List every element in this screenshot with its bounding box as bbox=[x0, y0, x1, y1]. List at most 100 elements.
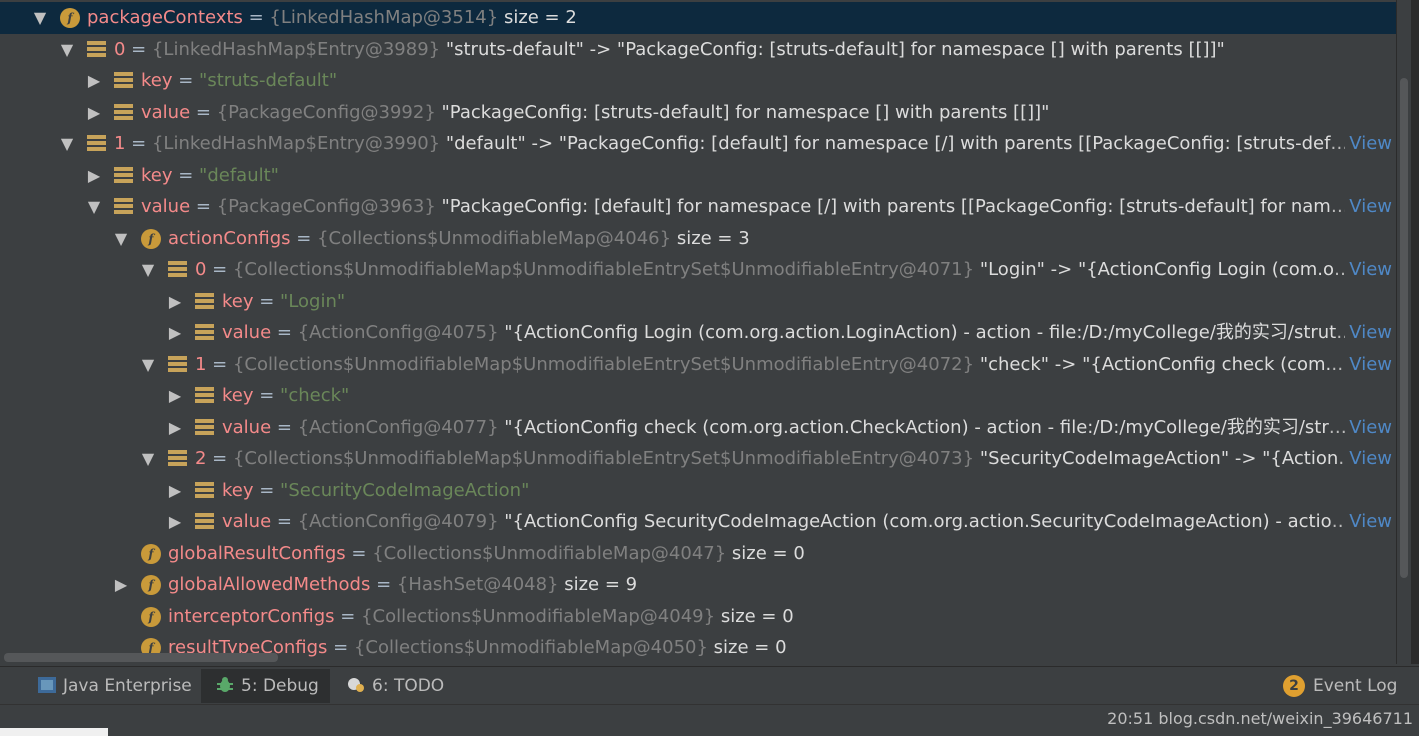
expand-arrow-icon[interactable]: ▶ bbox=[85, 97, 103, 129]
tree-row[interactable]: ▼ 0 = {Collections$UnmodifiableMap$Unmodi… bbox=[0, 254, 1396, 286]
collapse-arrow-icon[interactable]: ▼ bbox=[112, 223, 130, 255]
tree-row-text: globalResultConfigs = {Collections$Unmod… bbox=[168, 538, 1358, 570]
collapse-arrow-icon[interactable]: ▼ bbox=[85, 191, 103, 223]
tree-row-text: interceptorConfigs = {Collections$Unmodi… bbox=[168, 601, 1358, 633]
collapse-arrow-icon[interactable]: ▼ bbox=[139, 349, 157, 381]
collapse-arrow-icon[interactable]: ▼ bbox=[58, 34, 76, 66]
expand-arrow-icon[interactable]: ▶ bbox=[166, 380, 184, 412]
tree-row[interactable]: ▶ key = "SecurityCodeImageAction" bbox=[0, 475, 1396, 507]
debug-bug-icon bbox=[215, 672, 235, 692]
object-reference: {ActionConfig@4075} bbox=[297, 322, 499, 343]
status-bar: 20:51 blog.csdn.net/weixin_39646711 bbox=[0, 704, 1419, 736]
equals-sign: = bbox=[370, 574, 397, 595]
tree-row[interactable]: ▼ value = {PackageConfig@3963} "PackageCo… bbox=[0, 191, 1396, 223]
value-text: size = 0 bbox=[720, 605, 794, 627]
tree-row[interactable]: ▶ value = {ActionConfig@4077} "{ActionCon… bbox=[0, 411, 1396, 444]
tree-row[interactable]: ▶ value = {ActionConfig@4079} "{ActionCon… bbox=[0, 506, 1396, 538]
entry-icon bbox=[168, 450, 187, 468]
variable-name: key bbox=[141, 70, 173, 91]
tree-row[interactable]: ▼ 1 = {LinkedHashMap$Entry@3990} "default… bbox=[0, 128, 1396, 160]
entry-icon bbox=[195, 481, 214, 500]
tree-row[interactable]: ▶ value = {ActionConfig@4075} "{ActionCon… bbox=[0, 317, 1396, 349]
tree-row[interactable]: ▼ 0 = {LinkedHashMap$Entry@3989} "struts-… bbox=[0, 34, 1396, 66]
equals-sign: = bbox=[253, 290, 281, 312]
collapse-arrow-icon[interactable]: ▼ bbox=[139, 254, 157, 286]
tab-label: 6: TODO bbox=[372, 676, 445, 696]
equals-sign: = bbox=[125, 133, 152, 154]
value-text: "check" -> "{ActionConfig check (com.org… bbox=[979, 353, 1358, 375]
view-link[interactable]: View bbox=[1345, 411, 1392, 443]
expand-arrow-icon[interactable]: ▶ bbox=[85, 65, 103, 97]
variable-name: key bbox=[222, 385, 254, 406]
horizontal-scrollbar-thumb[interactable] bbox=[4, 653, 278, 662]
string-value: "check" bbox=[280, 385, 350, 406]
collapse-arrow-icon[interactable]: ▼ bbox=[139, 443, 157, 475]
collapse-arrow-icon[interactable]: ▼ bbox=[31, 2, 49, 34]
equals-sign: = bbox=[327, 637, 354, 658]
tree-row-text: 0 = {LinkedHashMap$Entry@3989} "struts-d… bbox=[114, 34, 1358, 66]
view-link[interactable]: View bbox=[1345, 348, 1392, 380]
entry-icon bbox=[114, 166, 133, 185]
expand-arrow-icon[interactable]: ▶ bbox=[85, 160, 103, 192]
tab-java-enterprise[interactable]: Java Enterprise bbox=[34, 669, 194, 703]
value-text: "{ActionConfig check (com.org.action.Che… bbox=[504, 416, 1358, 438]
entry-icon bbox=[195, 324, 214, 342]
value-text: "PackageConfig: [default] for namespace … bbox=[441, 196, 1358, 217]
view-link[interactable]: View bbox=[1345, 443, 1392, 475]
value-text: "Login" -> "{ActionConfig Login (com.org… bbox=[979, 259, 1358, 280]
expand-arrow-icon[interactable]: ▶ bbox=[166, 317, 184, 349]
view-link[interactable]: View bbox=[1345, 317, 1392, 349]
tree-row[interactable]: f globalResultConfigs = {Collections$Unmo… bbox=[0, 538, 1396, 570]
view-link[interactable]: View bbox=[1345, 506, 1392, 538]
variable-name: value bbox=[222, 416, 272, 438]
expand-arrow-icon[interactable]: ▶ bbox=[166, 475, 184, 507]
equals-sign: = bbox=[242, 7, 270, 28]
entry-icon bbox=[195, 292, 214, 311]
tab-label: Java Enterprise bbox=[63, 676, 192, 696]
view-link[interactable]: View bbox=[1345, 128, 1392, 160]
tree-row[interactable]: ▼ f actionConfigs = {Collections$Unmodifia… bbox=[0, 223, 1396, 255]
view-link[interactable]: View bbox=[1345, 191, 1392, 223]
tab-debug[interactable]: 5: Debug bbox=[201, 669, 330, 703]
value-text: "PackageConfig: [struts-default] for nam… bbox=[441, 101, 1050, 123]
entry-icon bbox=[87, 40, 106, 59]
tree-row[interactable]: ▶ f globalAllowedMethods = {HashSet@4048} … bbox=[0, 569, 1396, 601]
tree-row[interactable]: ▼ f packageContexts = {LinkedHashMap@3514}… bbox=[0, 2, 1396, 34]
expand-arrow-icon[interactable]: ▶ bbox=[166, 412, 184, 444]
expand-arrow-icon[interactable]: ▶ bbox=[112, 569, 130, 601]
event-log-button[interactable]: 2 Event Log bbox=[1283, 669, 1413, 703]
tree-row[interactable]: ▶ key = "struts-default" bbox=[0, 65, 1396, 97]
tree-row[interactable]: ▶ key = "check" bbox=[0, 380, 1396, 412]
expand-arrow-icon[interactable]: ▶ bbox=[166, 286, 184, 318]
equals-sign: = bbox=[190, 101, 217, 123]
expand-arrow-icon[interactable]: ▶ bbox=[166, 506, 184, 538]
event-log-label: Event Log bbox=[1313, 676, 1398, 696]
view-link[interactable]: View bbox=[1345, 254, 1392, 286]
tree-row[interactable]: f interceptorConfigs = {Collections$Unmod… bbox=[0, 601, 1396, 633]
vertical-scrollbar-thumb[interactable] bbox=[1400, 78, 1408, 578]
tree-row[interactable]: ▶ key = "Login" bbox=[0, 286, 1396, 318]
right-gutter bbox=[1411, 0, 1419, 664]
variable-name: globalResultConfigs bbox=[168, 542, 346, 564]
entry-icon bbox=[114, 198, 133, 216]
tree-row[interactable]: ▼ 2 = {Collections$UnmodifiableMap$Unmodi… bbox=[0, 443, 1396, 475]
tree-row[interactable]: ▶ value = {PackageConfig@3992} "PackageCo… bbox=[0, 97, 1396, 129]
tree-row-text: 1 = {Collections$UnmodifiableMap$Unmodif… bbox=[195, 349, 1358, 381]
field-icon: f bbox=[141, 543, 161, 564]
tree-row[interactable]: ▼ 1 = {Collections$UnmodifiableMap$Unmodi… bbox=[0, 348, 1396, 381]
tree-row[interactable]: ▶ key = "default" bbox=[0, 160, 1396, 192]
event-log-badge: 2 bbox=[1283, 675, 1305, 697]
equals-sign: = bbox=[271, 416, 298, 438]
tree-row-text: 1 = {LinkedHashMap$Entry@3990} "default"… bbox=[114, 128, 1358, 160]
equals-sign: = bbox=[345, 542, 373, 564]
equals-sign: = bbox=[271, 322, 298, 343]
variable-name: key bbox=[222, 479, 254, 501]
value-text: size = 2 bbox=[503, 7, 577, 28]
debug-variables-tree[interactable]: ▼ f packageContexts = {LinkedHashMap@3514}… bbox=[0, 2, 1396, 664]
todo-icon bbox=[346, 672, 366, 692]
string-value: "Login" bbox=[280, 290, 346, 312]
collapse-arrow-icon[interactable]: ▼ bbox=[58, 128, 76, 160]
object-reference: {Collections$UnmodifiableMap@4046} bbox=[317, 227, 672, 249]
equals-sign: = bbox=[172, 164, 200, 186]
tab-todo[interactable]: 6: TODO bbox=[344, 669, 454, 703]
